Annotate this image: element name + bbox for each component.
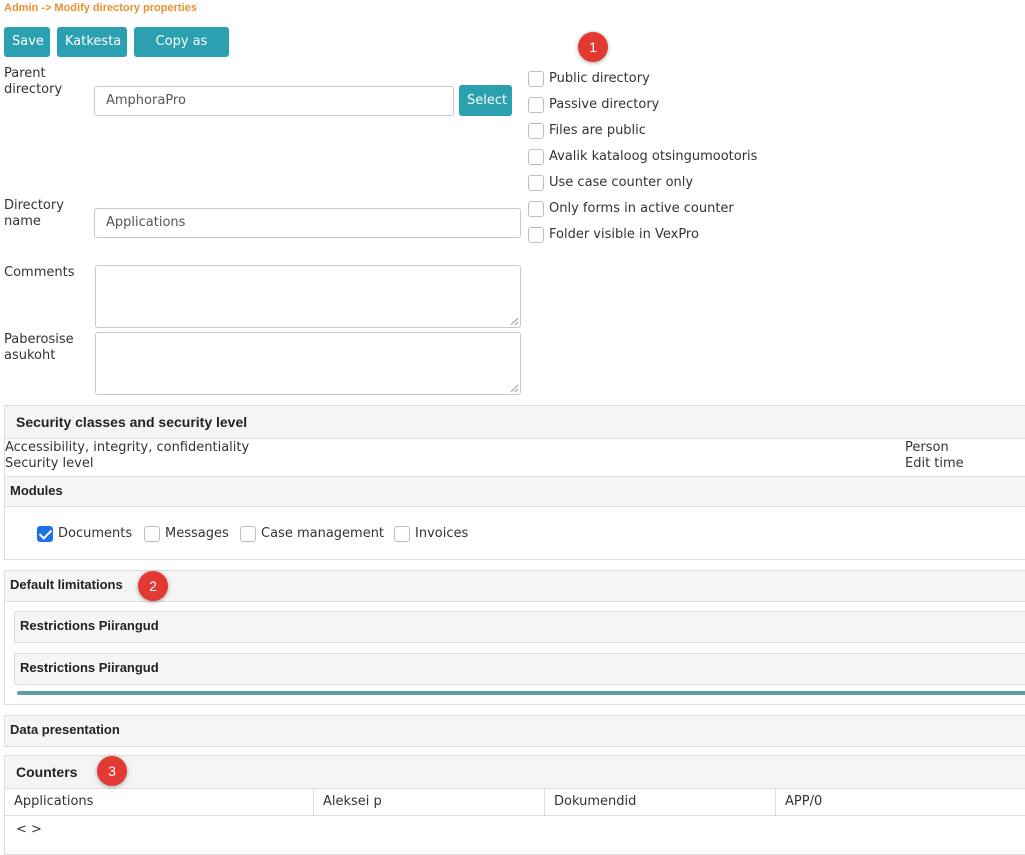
option-checkbox-5[interactable] (528, 175, 544, 191)
security-edit-time-label: Edit time (905, 456, 964, 471)
resize-grip-icon[interactable] (510, 384, 519, 393)
restrictions-panel-1[interactable]: Restrictions Piirangud (14, 611, 1025, 643)
restrictions-title-1: Restrictions Piirangud (20, 618, 159, 633)
option-checkbox-1[interactable] (528, 71, 544, 87)
counters-panel-title: Counters (16, 764, 78, 780)
security-level-label: Security level (5, 456, 94, 471)
option-checkbox-3[interactable] (528, 123, 544, 139)
counters-panel-header: Counters (5, 756, 1025, 789)
counters-panel: Counters Applications Aleksei p Dokumend… (4, 755, 1025, 855)
counters-pager[interactable]: < > (16, 822, 42, 837)
counter-cell-user: Aleksei p (314, 789, 545, 815)
annotation-badge-3: 3 (97, 756, 127, 786)
directory-name-label: Directory name (4, 198, 64, 229)
select-parent-button[interactable]: Select (459, 85, 512, 116)
option-label-3: Files are public (549, 123, 646, 138)
annotation-badge-2: 2 (138, 571, 168, 601)
counter-cell-code: APP/0 (785, 794, 823, 809)
loading-progress-bar (17, 691, 1025, 695)
option-label-2: Passive directory (549, 97, 660, 112)
module-label-3: Case management (261, 526, 385, 541)
save-button[interactable]: Save (4, 27, 50, 57)
module-checkbox-2[interactable] (144, 526, 160, 542)
security-panel-header: Security classes and security level (5, 406, 1025, 439)
option-checkbox-2[interactable] (528, 97, 544, 113)
counters-table-row[interactable]: Applications Aleksei p Dokumendid APP/0 (5, 789, 1025, 816)
option-label-7: Folder visible in VexPro (549, 227, 699, 242)
option-checkbox-4[interactable] (528, 149, 544, 165)
module-label-2: Messages (165, 526, 229, 541)
security-panel-title: Security classes and security level (16, 414, 248, 430)
cancel-button[interactable]: Katkesta (57, 27, 127, 57)
parent-directory-input[interactable]: AmphoraPro (94, 86, 454, 116)
modules-panel: Modules (4, 476, 1025, 560)
modules-panel-header: Modules (5, 477, 1025, 507)
counter-cell-type: Dokumendid (545, 789, 776, 815)
module-label-1: Documents (58, 526, 133, 541)
option-label-6: Only forms in active counter (549, 201, 734, 216)
copy-as-new-button[interactable]: Copy as new (134, 27, 229, 79)
restrictions-panel-2[interactable]: Restrictions Piirangud (14, 653, 1025, 685)
comments-textarea[interactable] (95, 265, 521, 328)
paper-location-textarea[interactable] (95, 332, 521, 395)
option-label-1: Public directory (549, 71, 650, 86)
security-accessibility-label: Accessibility, integrity, confidentialit… (5, 440, 250, 455)
data-presentation-title: Data presentation (10, 722, 120, 737)
parent-directory-label: Parent directory (4, 66, 63, 97)
annotation-badge-1: 1 (578, 32, 608, 62)
option-checkbox-6[interactable] (528, 201, 544, 217)
data-presentation-panel[interactable]: Data presentation (4, 715, 1025, 747)
paper-location-label: Paberosise asukoht (4, 332, 74, 363)
default-limitations-title: Default limitations (10, 577, 123, 592)
breadcrumb: Admin -> Modify directory properties (4, 2, 197, 14)
resize-grip-icon[interactable] (510, 317, 519, 326)
module-label-4: Invoices (415, 526, 469, 541)
counter-cell-name: Applications (5, 789, 314, 815)
comments-label: Comments (4, 265, 75, 280)
modules-panel-title: Modules (10, 483, 63, 498)
option-checkbox-7[interactable] (528, 227, 544, 243)
option-label-4: Avalik kataloog otsingumootoris (549, 149, 758, 164)
module-checkbox-3[interactable] (240, 526, 256, 542)
option-label-5: Use case counter only (549, 175, 694, 190)
security-person-label: Person (905, 440, 949, 455)
module-checkbox-4[interactable] (394, 526, 410, 542)
directory-name-input[interactable]: Applications (94, 208, 521, 238)
module-checkbox-1[interactable] (37, 526, 53, 542)
restrictions-title-2: Restrictions Piirangud (20, 660, 159, 675)
